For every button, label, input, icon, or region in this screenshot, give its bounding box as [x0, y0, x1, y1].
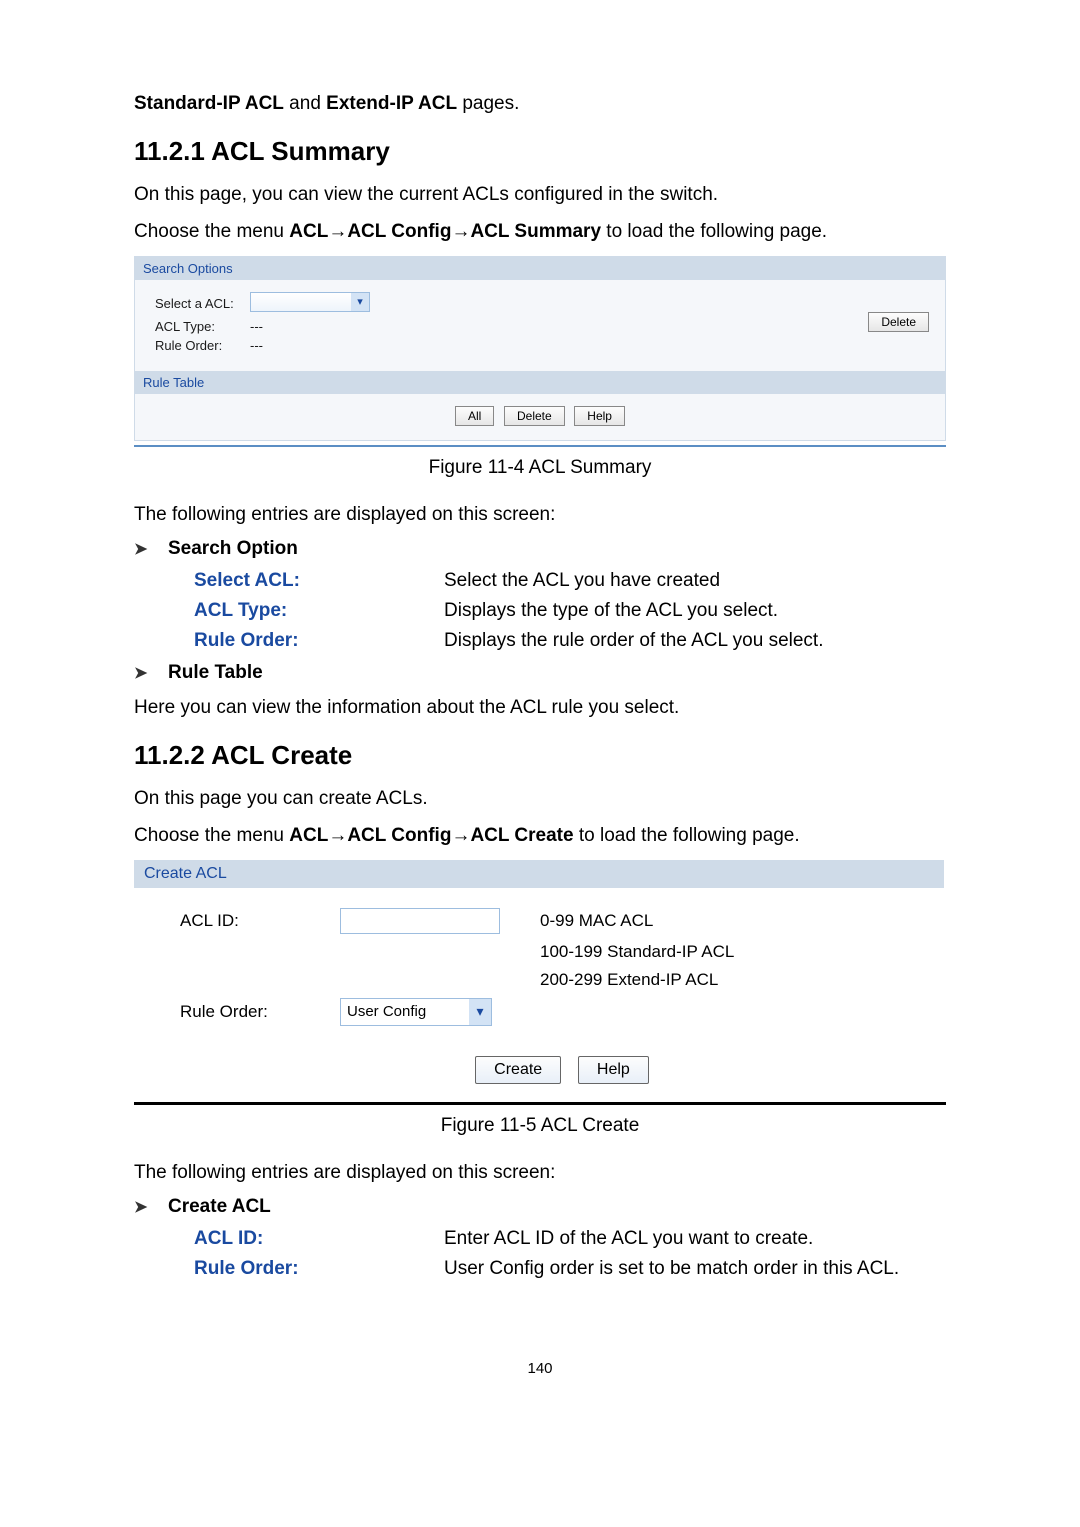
chevron-down-icon: ▾ [351, 293, 369, 311]
create-button[interactable]: Create [475, 1056, 561, 1084]
figure-11-5-caption: Figure 11-5 ACL Create [134, 1115, 946, 1137]
sec2-p2a: Choose the menu [134, 825, 289, 846]
rule-order-selected: User Config [347, 1003, 426, 1020]
select-acl-dropdown[interactable]: ▾ [250, 292, 370, 312]
select-acl-label: Select a ACL: [155, 296, 250, 311]
bullet-create-acl-label: Create ACL [168, 1196, 271, 1218]
def-rule-order: Rule Order: Displays the rule order of t… [134, 630, 946, 652]
help-button[interactable]: Help [574, 406, 625, 426]
bullet-create-acl: ➤ Create ACL [134, 1196, 946, 1218]
rule-order-label-2: Rule Order: [180, 1002, 340, 1022]
sec1-entries-intro: The following entries are displayed on t… [134, 501, 946, 529]
chevron-right-icon: ➤ [134, 1197, 168, 1217]
bullet-search-option-label: Search Option [168, 538, 298, 560]
def-rule-order-2: Rule Order: User Config order is set to … [134, 1258, 946, 1280]
rule-order-dropdown[interactable]: User Config ▾ [340, 998, 492, 1026]
chevron-right-icon: ➤ [134, 539, 168, 559]
bullet-search-option: ➤ Search Option [134, 538, 946, 560]
divider [134, 1102, 946, 1105]
def-select-acl-term: Select ACL: [194, 570, 444, 592]
sec2-p1: On this page you can create ACLs. [134, 785, 946, 813]
sec1-p1: On this page, you can view the current A… [134, 181, 946, 209]
def-acl-id-desc: Enter ACL ID of the ACL you want to crea… [444, 1228, 946, 1250]
intro-mid: and [284, 93, 326, 114]
sec1-p2c: to load the following page. [601, 221, 827, 242]
sec1-p2b: ACL→ACL Config→ACL Summary [289, 221, 601, 242]
chevron-down-icon: ▾ [469, 999, 491, 1025]
bullet-rule-table-label: Rule Table [168, 662, 263, 684]
heading-acl-summary: 11.2.1 ACL Summary [134, 136, 946, 167]
rule-order-value: --- [250, 338, 849, 353]
create-acl-title-text: Create ACL [144, 865, 227, 882]
sec1-p2: Choose the menu ACL→ACL Config→ACL Summa… [134, 218, 946, 246]
chevron-right-icon: ➤ [134, 663, 168, 683]
intro-tail: pages. [457, 93, 519, 114]
intro-bold-b: Extend-IP ACL [326, 93, 457, 114]
search-options-title: Search Options [135, 257, 945, 280]
acl-id-note1: 0-99 MAC ACL [540, 911, 934, 931]
acl-id-note2: 100-199 Standard-IP ACL [540, 942, 934, 962]
intro-line: Standard-IP ACL and Extend-IP ACL pages. [134, 90, 946, 118]
sec2-p2b: ACL→ACL Config→ACL Create [289, 825, 573, 846]
acl-type-value: --- [250, 319, 849, 334]
def-select-acl-desc: Select the ACL you have created [444, 570, 946, 592]
acl-summary-panel: Search Options Select a ACL: ▾ ACL Type:… [134, 256, 946, 441]
def-rule-order-desc: Displays the rule order of the ACL you s… [444, 630, 946, 652]
acl-id-label: ACL ID: [180, 911, 340, 931]
bullet-rule-table: ➤ Rule Table [134, 662, 946, 684]
create-acl-title: Create ACL [134, 860, 944, 888]
sec2-entries-intro: The following entries are displayed on t… [134, 1159, 946, 1187]
rule-order-label: Rule Order: [155, 338, 250, 353]
rule-table-title: Rule Table [135, 371, 945, 394]
def-acl-id-term: ACL ID: [194, 1228, 444, 1250]
delete-button-2[interactable]: Delete [504, 406, 565, 426]
acl-id-note3: 200-299 Extend-IP ACL [540, 970, 934, 990]
def-rule-order-2-desc: User Config order is set to be match ord… [444, 1258, 946, 1280]
divider [134, 445, 946, 447]
page-number: 140 [134, 1360, 946, 1377]
sec2-p2c: to load the following page. [574, 825, 800, 846]
def-acl-type-desc: Displays the type of the ACL you select. [444, 600, 946, 622]
intro-bold-a: Standard-IP ACL [134, 93, 284, 114]
delete-button[interactable]: Delete [868, 312, 929, 332]
acl-create-panel: Create ACL ACL ID: 0-99 MAC ACL 100-199 … [134, 860, 944, 1102]
acl-id-input[interactable] [340, 908, 500, 934]
def-rule-order-term: Rule Order: [194, 630, 444, 652]
def-rule-order-2-term: Rule Order: [194, 1258, 444, 1280]
figure-11-4-caption: Figure 11-4 ACL Summary [134, 457, 946, 479]
sec2-p2: Choose the menu ACL→ACL Config→ACL Creat… [134, 822, 946, 850]
sec1-p2a: Choose the menu [134, 221, 289, 242]
acl-type-label: ACL Type: [155, 319, 250, 334]
def-acl-type: ACL Type: Displays the type of the ACL y… [134, 600, 946, 622]
help-button-2[interactable]: Help [578, 1056, 649, 1084]
def-select-acl: Select ACL: Select the ACL you have crea… [134, 570, 946, 592]
def-acl-id: ACL ID: Enter ACL ID of the ACL you want… [134, 1228, 946, 1250]
all-button[interactable]: All [455, 406, 494, 426]
rule-table-para: Here you can view the information about … [134, 694, 946, 722]
def-acl-type-term: ACL Type: [194, 600, 444, 622]
heading-acl-create: 11.2.2 ACL Create [134, 740, 946, 771]
